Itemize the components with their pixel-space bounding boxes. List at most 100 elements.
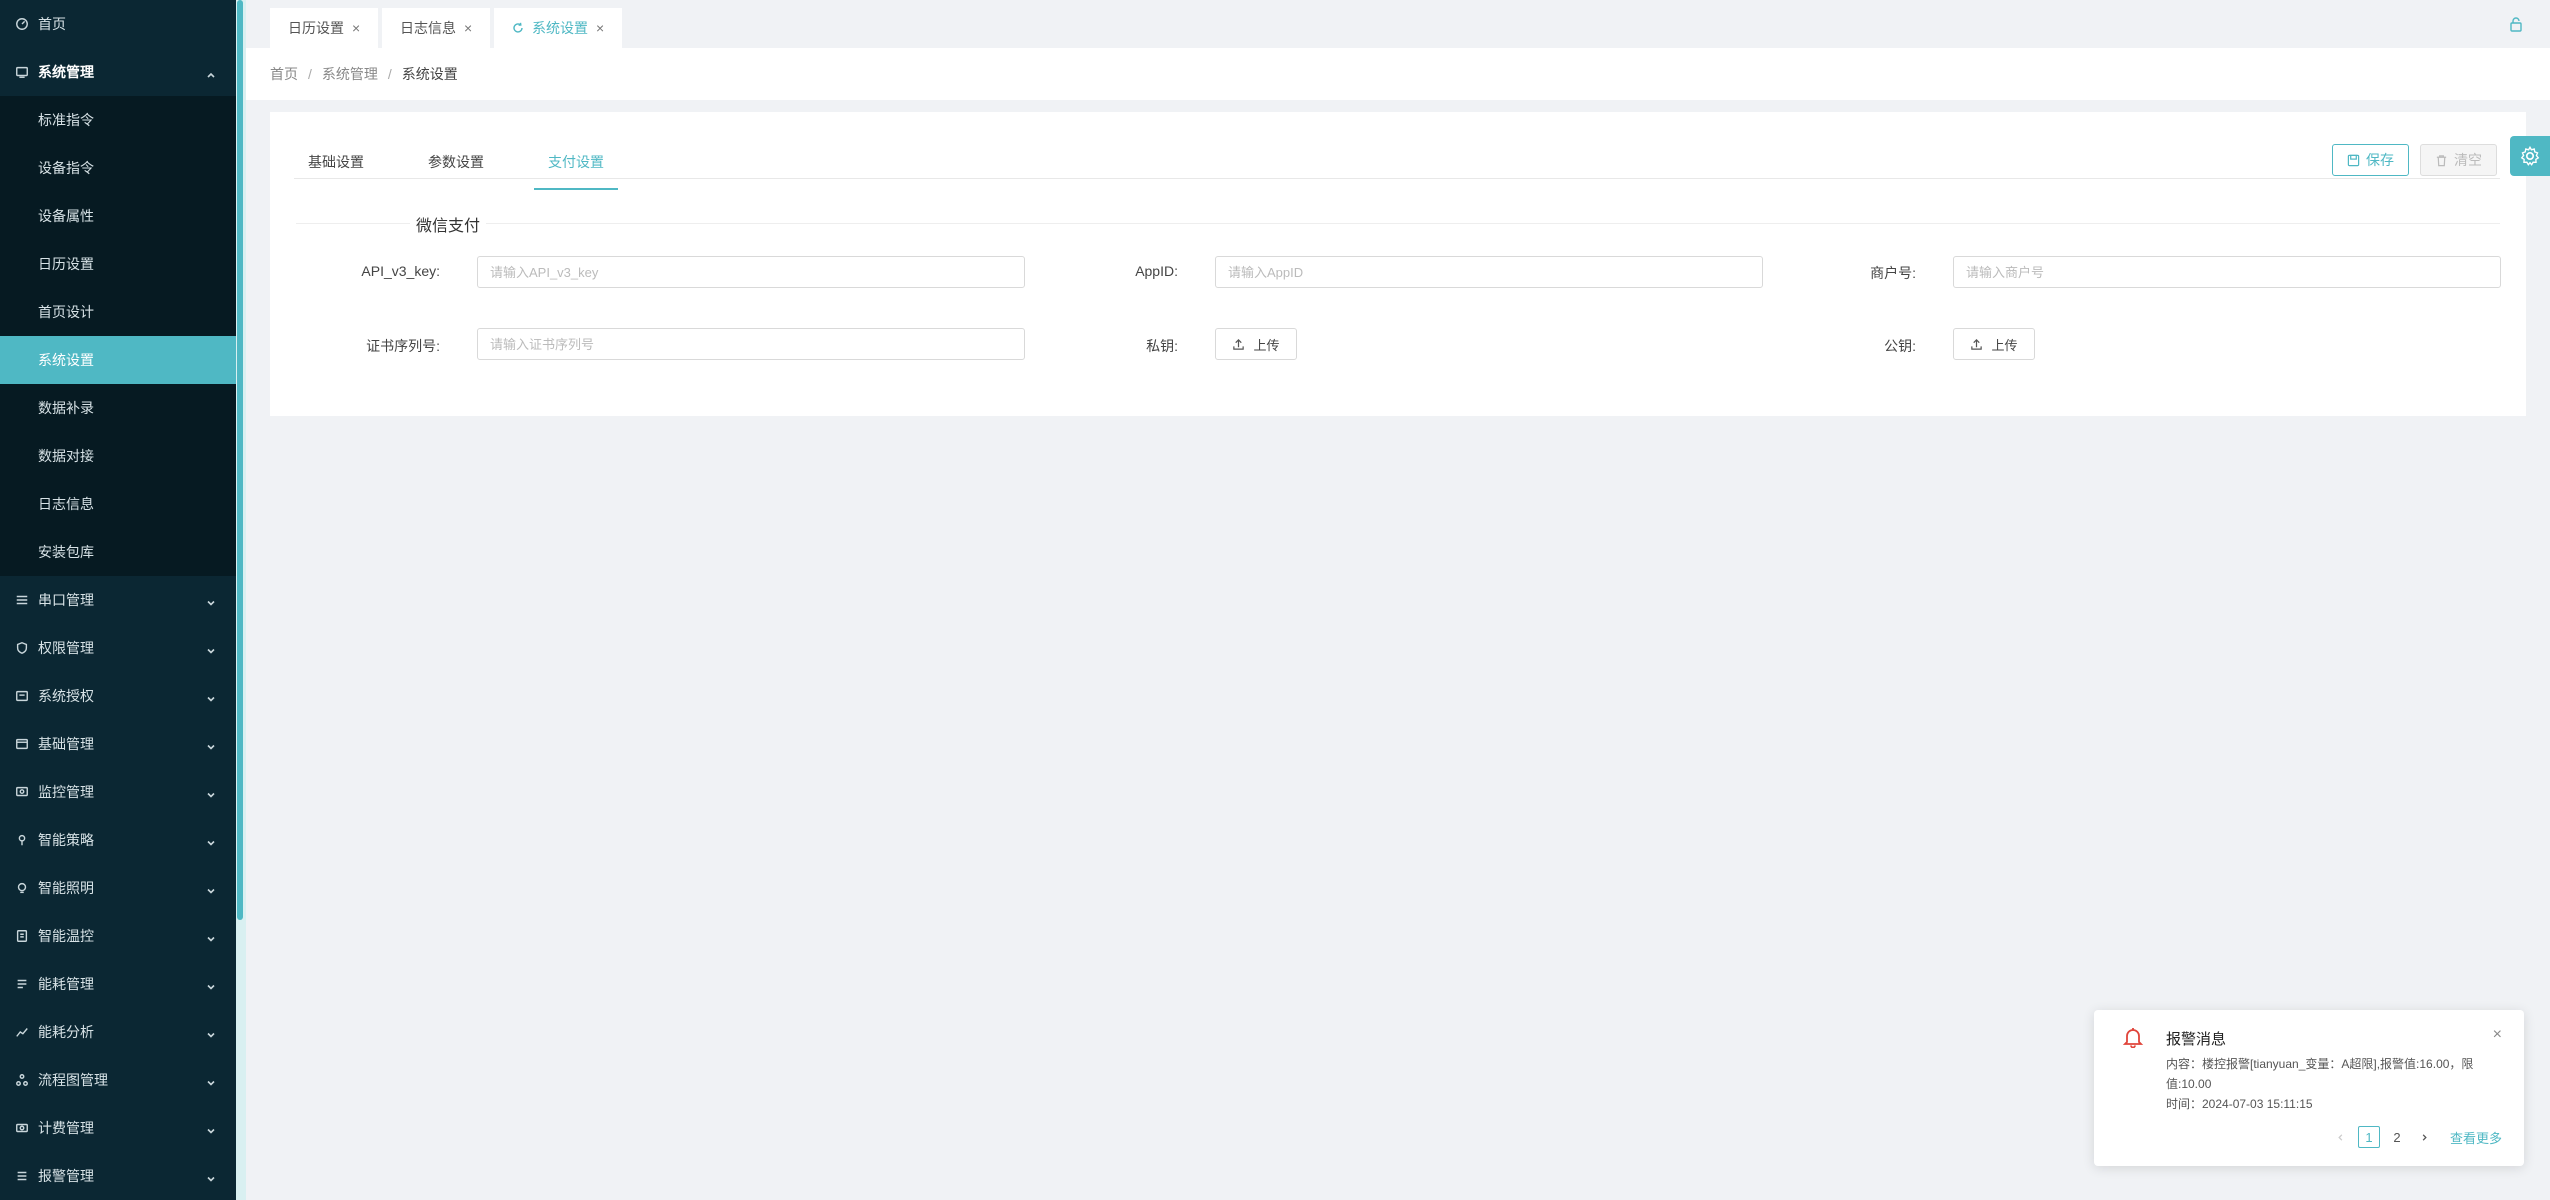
- sidebar-group-energy-manage[interactable]: 能耗管理: [0, 960, 236, 1008]
- sidebar-item-home-design[interactable]: 首页设计: [0, 288, 236, 336]
- sidebar-group-smart-temperature[interactable]: 智能温控: [0, 912, 236, 960]
- tab-label: 日志信息: [400, 20, 456, 36]
- sidebar-group-basic[interactable]: 基础管理: [0, 720, 236, 768]
- tab-param-settings[interactable]: 参数设置: [428, 138, 484, 190]
- bell-icon: [2122, 1028, 2144, 1048]
- sidebar-group-flowchart[interactable]: 流程图管理: [0, 1056, 236, 1104]
- tab-system-settings[interactable]: 系统设置 ×: [494, 8, 623, 48]
- sidebar-scrollbar[interactable]: [237, 0, 243, 920]
- chevron-down-icon: [206, 595, 216, 606]
- close-icon[interactable]: ×: [464, 20, 472, 36]
- tab-basic-settings[interactable]: 基础设置: [308, 138, 364, 190]
- sidebar-group-billing[interactable]: 计费管理: [0, 1104, 236, 1152]
- sidebar-submenu: 标准指令 设备指令 设备属性 日历设置 首页设计 系统设置 数据补录 数据对接 …: [0, 96, 236, 576]
- tab-calendar-settings[interactable]: 日历设置 ×: [270, 8, 379, 48]
- upload-icon: [1233, 338, 1245, 350]
- sidebar-item-label: 智能策略: [38, 832, 94, 848]
- sidebar-item-label: 基础管理: [38, 736, 94, 752]
- public-key-upload-button[interactable]: 上传: [1953, 328, 2035, 360]
- save-button-label: 保存: [2366, 152, 2394, 168]
- tab-label: 系统设置: [532, 20, 588, 36]
- sidebar-item-label: 能耗分析: [38, 1024, 94, 1040]
- dashboard-icon: [14, 16, 30, 32]
- private-key-upload-button[interactable]: 上传: [1215, 328, 1297, 360]
- sidebar-item-label: 数据对接: [38, 448, 94, 464]
- sidebar-group-system-license[interactable]: 系统授权: [0, 672, 236, 720]
- sidebar-item-device-attribute[interactable]: 设备属性: [0, 192, 236, 240]
- notification-pager: 1 2 查看更多: [2324, 1126, 2502, 1148]
- flow-icon: [14, 1072, 30, 1088]
- cert-serial-input[interactable]: [477, 328, 1025, 360]
- close-icon[interactable]: ×: [596, 20, 604, 36]
- sidebar-item-data-supplement[interactable]: 数据补录: [0, 384, 236, 432]
- save-icon: [2347, 154, 2360, 166]
- pager-page-1[interactable]: 1: [2357, 1126, 2380, 1148]
- sidebar-group-monitor[interactable]: 监控管理: [0, 768, 236, 816]
- tab-label: 日历设置: [288, 20, 344, 36]
- chevron-down-icon: [206, 1171, 216, 1182]
- appid-label: AppID:: [1135, 263, 1178, 279]
- sidebar-item-system-settings[interactable]: 系统设置: [0, 336, 236, 384]
- api-key-input[interactable]: [477, 256, 1025, 288]
- upload-icon: [1971, 338, 1983, 350]
- pager-prev-icon[interactable]: [2330, 1126, 2352, 1148]
- clear-button[interactable]: 清空: [2420, 144, 2497, 176]
- notification-content: 内容：楼控报警[tianyuan_变量：A超限],报警值:16.00，限值:10…: [2166, 1054, 2506, 1114]
- view-more-link[interactable]: 查看更多: [2450, 1128, 2502, 1147]
- merchant-id-label: 商户号:: [1870, 265, 1916, 281]
- sidebar-item-data-integration[interactable]: 数据对接: [0, 432, 236, 480]
- settings-gear-button[interactable]: [2510, 136, 2550, 176]
- chevron-down-icon: [206, 1027, 216, 1038]
- pager-next-icon[interactable]: [2414, 1126, 2436, 1148]
- sidebar-item-label: 计费管理: [38, 1120, 94, 1136]
- sidebar: 首页 系统管理 标准指令 设备指令 设备属性 日历设置 首页设计 系统设置 数据…: [0, 0, 236, 1200]
- tab-log-info[interactable]: 日志信息 ×: [382, 8, 491, 48]
- sidebar-item-label: 系统授权: [38, 688, 94, 704]
- sidebar-item-calendar-settings[interactable]: 日历设置: [0, 240, 236, 288]
- breadcrumb-separator: /: [387, 66, 392, 82]
- pager-page-2[interactable]: 2: [2386, 1126, 2408, 1148]
- sidebar-group-permission[interactable]: 权限管理: [0, 624, 236, 672]
- breadcrumb-item-system-manage[interactable]: 系统管理: [322, 64, 378, 84]
- sidebar-item-device-command[interactable]: 设备指令: [0, 144, 236, 192]
- sidebar-item-home[interactable]: 首页: [0, 0, 236, 48]
- breadcrumb-separator: /: [308, 66, 312, 82]
- sidebar-group-energy-analysis[interactable]: 能耗分析: [0, 1008, 236, 1056]
- list-icon: [14, 592, 30, 608]
- thermo-icon: [14, 928, 30, 944]
- sidebar-item-install-package[interactable]: 安装包库: [0, 528, 236, 576]
- refresh-icon[interactable]: [512, 22, 524, 34]
- sidebar-group-system-manage[interactable]: 系统管理: [0, 48, 236, 96]
- sidebar-group-smart-strategy[interactable]: 智能策略: [0, 816, 236, 864]
- tab-bar: 日历设置 × 日志信息 × 系统设置 ×: [246, 0, 2550, 48]
- sidebar-item-label: 系统设置: [38, 352, 94, 368]
- lock-icon[interactable]: [2508, 16, 2524, 32]
- sidebar-group-smart-lighting[interactable]: 智能照明: [0, 864, 236, 912]
- alarm-notification: 报警消息 × 内容：楼控报警[tianyuan_变量：A超限],报警值:16.0…: [2094, 1010, 2524, 1166]
- alarm-list-icon: [14, 1168, 30, 1184]
- sidebar-item-label: 安装包库: [38, 544, 94, 560]
- section-title-wechat-pay: 微信支付: [410, 212, 487, 236]
- chevron-down-icon: [206, 1075, 216, 1086]
- sidebar-item-label: 标准指令: [38, 112, 94, 128]
- sidebar-item-label: 日志信息: [38, 496, 94, 512]
- sidebar-item-label: 日历设置: [38, 256, 94, 272]
- settings-tabs: 基础设置 参数设置 支付设置: [294, 138, 668, 190]
- close-icon[interactable]: ×: [2493, 1026, 2502, 1044]
- sidebar-item-label: 报警管理: [38, 1168, 94, 1184]
- breadcrumb-item-home[interactable]: 首页: [270, 64, 298, 84]
- gear-icon: [2520, 145, 2540, 166]
- appid-input[interactable]: [1215, 256, 1763, 288]
- sidebar-item-log-info[interactable]: 日志信息: [0, 480, 236, 528]
- close-icon[interactable]: ×: [352, 20, 360, 36]
- api-key-label: API_v3_key:: [361, 263, 440, 279]
- sidebar-item-label: 监控管理: [38, 784, 94, 800]
- merchant-id-input[interactable]: [1953, 256, 2501, 288]
- sidebar-group-alarm[interactable]: 报警管理: [0, 1152, 236, 1200]
- tab-payment-settings[interactable]: 支付设置: [534, 138, 618, 190]
- sidebar-item-standard-command[interactable]: 标准指令: [0, 96, 236, 144]
- save-button[interactable]: 保存: [2332, 144, 2409, 176]
- license-icon: [14, 688, 30, 704]
- breadcrumb-item-current: 系统设置: [401, 66, 458, 82]
- sidebar-group-serial-port[interactable]: 串口管理: [0, 576, 236, 624]
